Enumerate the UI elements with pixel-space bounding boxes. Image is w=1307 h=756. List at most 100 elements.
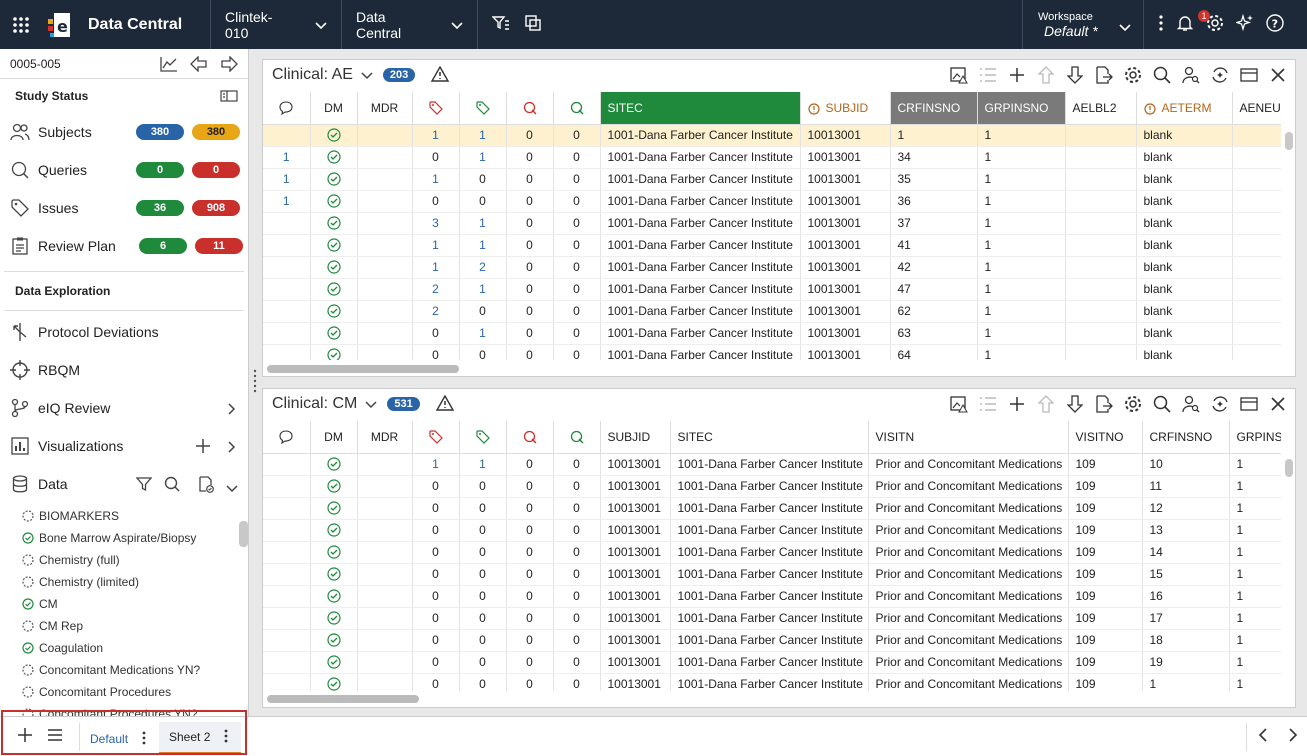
document-check-icon[interactable] — [198, 476, 214, 496]
table-cell[interactable]: 0 — [506, 300, 554, 323]
table-cell[interactable]: 1 — [459, 124, 507, 147]
table-cell[interactable]: 0 — [553, 453, 601, 476]
table-cell[interactable] — [263, 629, 311, 652]
table-row[interactable]: 0 0 0 0 10013001 1001-Dana Farber Cancer Inst… — [263, 519, 1281, 542]
table-cell[interactable]: blank — [1136, 278, 1233, 301]
table-cell[interactable]: 0 — [412, 673, 460, 691]
column-header-mdr[interactable]: MDR — [357, 421, 413, 454]
table-cell[interactable] — [263, 124, 311, 147]
table-cell[interactable]: 1001-Dana Farber Cancer Institute — [600, 212, 801, 235]
table-cell[interactable] — [263, 541, 311, 564]
table-cell[interactable]: 10013001 — [800, 190, 891, 213]
table-cell[interactable]: 1 — [459, 322, 507, 345]
column-header-crfinsno[interactable]: CRFINSNO — [890, 92, 978, 125]
table-cell[interactable]: 1 — [1229, 497, 1281, 520]
table-cell[interactable]: 10013001 — [600, 541, 671, 564]
table-cell[interactable]: blank — [1136, 344, 1233, 360]
table-cell[interactable]: 0 — [506, 563, 554, 586]
table-row[interactable]: 2 1 0 0 1001-Dana Farber Cancer Institute 100… — [263, 278, 1281, 301]
table-row[interactable]: 2 0 0 0 1001-Dana Farber Cancer Institute 100… — [263, 300, 1281, 323]
table-cell[interactable] — [1232, 168, 1281, 191]
table-cell[interactable]: Prior and Concomitant Medications — [868, 475, 1069, 498]
table-cell[interactable]: 0 — [553, 475, 601, 498]
table-cell[interactable]: 35 — [890, 168, 978, 191]
table-cell[interactable]: 13 — [1142, 519, 1230, 542]
table-cell[interactable]: Prior and Concomitant Medications — [868, 541, 1069, 564]
column-header-aeneur[interactable]: AENEUR — [1232, 92, 1281, 125]
table-cell[interactable]: 1 — [1229, 673, 1281, 691]
table-cell[interactable]: 0 — [412, 146, 460, 169]
table-cell[interactable]: 10 — [1142, 453, 1230, 476]
table-cell[interactable]: 0 — [553, 629, 601, 652]
filter-icon[interactable] — [135, 476, 153, 495]
chevron-right-icon[interactable] — [1288, 728, 1298, 745]
table-cell[interactable] — [1232, 234, 1281, 257]
arrow-up-icon[interactable] — [1037, 395, 1055, 413]
table-cell[interactable] — [263, 519, 311, 542]
dataset-item[interactable]: CM — [0, 593, 248, 615]
table-cell[interactable] — [357, 541, 413, 564]
arrow-right-icon[interactable] — [220, 55, 238, 75]
table-cell[interactable]: 109 — [1068, 585, 1143, 608]
table-cell[interactable] — [1065, 190, 1137, 213]
table-cell[interactable]: blank — [1136, 124, 1233, 147]
table-cell[interactable]: 10013001 — [600, 475, 671, 498]
table-cell[interactable]: 1001-Dana Farber Cancer Institute — [670, 519, 869, 542]
column-header-grpinsno[interactable]: GRPINSNO — [977, 92, 1066, 125]
table-cell[interactable]: 1 — [977, 322, 1066, 345]
table-cell[interactable]: 62 — [890, 300, 978, 323]
plus-icon[interactable] — [196, 439, 210, 456]
table-cell[interactable]: 1 — [412, 256, 460, 279]
nav-rbqm[interactable]: RBQM — [0, 351, 248, 389]
table-cell[interactable] — [310, 651, 358, 674]
nav-data[interactable]: Data — [0, 465, 248, 503]
table-cell[interactable] — [310, 519, 358, 542]
table-row[interactable]: 0 0 0 0 10013001 1001-Dana Farber Cancer Inst… — [263, 563, 1281, 586]
table-cell[interactable] — [357, 212, 413, 235]
search-icon[interactable] — [1153, 395, 1171, 413]
table-cell[interactable]: Prior and Concomitant Medications — [868, 563, 1069, 586]
column-header-closed-queries[interactable] — [553, 421, 601, 454]
table-cell[interactable]: 63 — [890, 322, 978, 345]
table-cell[interactable]: 1001-Dana Farber Cancer Institute — [670, 607, 869, 630]
table-cell[interactable]: 0 — [553, 124, 601, 147]
panel-title[interactable]: Clinical: CM — [272, 395, 357, 413]
table-cell[interactable]: 1001-Dana Farber Cancer Institute — [670, 497, 869, 520]
table-cell[interactable] — [310, 190, 358, 213]
dataset-item[interactable]: Coagulation — [0, 637, 248, 659]
table-cell[interactable]: 0 — [506, 212, 554, 235]
close-icon[interactable] — [1269, 66, 1287, 84]
table-cell[interactable] — [263, 453, 311, 476]
table-row[interactable]: 0 0 0 0 10013001 1001-Dana Farber Cancer Inst… — [263, 475, 1281, 498]
table-cell[interactable] — [263, 278, 311, 301]
table-cell[interactable]: 0 — [459, 563, 507, 586]
table-cell[interactable]: 10013001 — [800, 278, 891, 301]
table-cell[interactable]: 10013001 — [800, 300, 891, 323]
table-cell[interactable] — [357, 673, 413, 691]
column-header-comments[interactable] — [263, 421, 311, 454]
table-cell[interactable]: 1001-Dana Farber Cancer Institute — [600, 124, 801, 147]
table-cell[interactable]: 36 — [890, 190, 978, 213]
column-header-closed-queries[interactable] — [553, 92, 601, 125]
table-cell[interactable]: 1 — [1229, 563, 1281, 586]
table-cell[interactable] — [357, 234, 413, 257]
column-header-sitec[interactable]: SITEC — [600, 92, 801, 125]
table-cell[interactable]: blank — [1136, 146, 1233, 169]
table-cell[interactable] — [310, 607, 358, 630]
table-cell[interactable]: 0 — [553, 212, 601, 235]
table-cell[interactable]: 0 — [506, 344, 554, 360]
column-header-grpinsno[interactable]: GRPINSNO — [1229, 421, 1281, 454]
table-cell[interactable]: 109 — [1068, 673, 1143, 691]
table-row[interactable]: 0 0 0 0 1001-Dana Farber Cancer Institute 100… — [263, 344, 1281, 360]
table-cell[interactable]: 0 — [412, 519, 460, 542]
table-cell[interactable]: 16 — [1142, 585, 1230, 608]
table-cell[interactable]: 37 — [890, 212, 978, 235]
table-cell[interactable]: 10013001 — [800, 256, 891, 279]
table-cell[interactable] — [1232, 190, 1281, 213]
table-cell[interactable]: 1 — [977, 190, 1066, 213]
table-cell[interactable] — [357, 146, 413, 169]
horizontal-scrollbar[interactable] — [267, 695, 419, 703]
column-header-dm[interactable]: DM — [310, 92, 358, 125]
table-cell[interactable]: 0 — [412, 541, 460, 564]
table-cell[interactable]: 1 — [1229, 629, 1281, 652]
